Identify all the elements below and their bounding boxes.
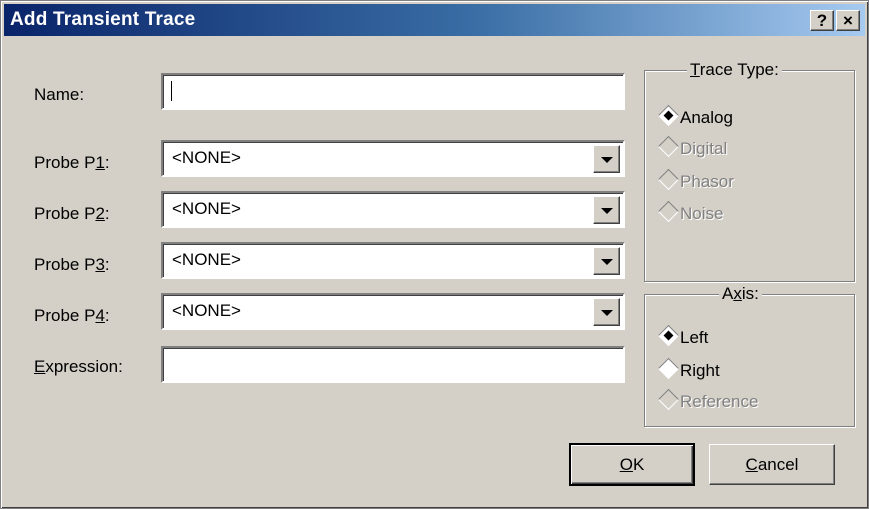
probe-p2-dropdown-button[interactable] bbox=[593, 196, 620, 224]
axis-group: Axis: Left Right Reference bbox=[644, 284, 855, 427]
probe-p2-label: Probe P2: bbox=[34, 204, 110, 223]
probe-p3-dropdown[interactable]: <NONE> bbox=[161, 242, 625, 279]
expression-label: Expression: bbox=[34, 357, 123, 376]
close-icon: × bbox=[843, 11, 853, 30]
add-transient-trace-dialog: Add Transient Trace ? × Name: Probe P1: … bbox=[0, 0, 869, 509]
text-caret bbox=[171, 81, 172, 101]
name-input[interactable] bbox=[161, 73, 625, 110]
probe-p4-dropdown[interactable]: <NONE> bbox=[161, 293, 625, 330]
chevron-down-icon bbox=[601, 259, 613, 265]
trace-type-group: Trace Type: Analog Digital Phasor Noise bbox=[644, 60, 855, 282]
probe-p3-label: Probe P3: bbox=[34, 255, 110, 274]
radio-checked-icon bbox=[657, 324, 680, 347]
probe-p1-dropdown[interactable]: <NONE> bbox=[161, 140, 625, 177]
probe-p1-label: Probe P1: bbox=[34, 153, 110, 172]
probe-p4-dropdown-button[interactable] bbox=[593, 298, 620, 326]
chevron-down-icon bbox=[601, 208, 613, 214]
radio-icon bbox=[657, 357, 680, 380]
probe-p1-dropdown-button[interactable] bbox=[593, 145, 620, 173]
axis-group-title: Axis: bbox=[719, 284, 762, 304]
expression-input[interactable] bbox=[161, 346, 625, 383]
chevron-down-icon bbox=[601, 310, 613, 316]
trace-type-phasor-radio[interactable]: Phasor bbox=[657, 168, 734, 192]
close-button[interactable]: × bbox=[836, 10, 860, 31]
window-title: Add Transient Trace bbox=[10, 9, 196, 30]
axis-reference-radio[interactable]: Reference bbox=[657, 388, 758, 412]
chevron-down-icon bbox=[601, 157, 613, 163]
radio-icon bbox=[657, 388, 680, 411]
trace-type-noise-radio[interactable]: Noise bbox=[657, 200, 723, 224]
ok-button[interactable]: OK bbox=[569, 443, 695, 486]
radio-icon bbox=[657, 200, 680, 223]
name-label: Name: bbox=[34, 85, 85, 104]
probe-p1-value: <NONE> bbox=[172, 148, 241, 167]
help-button[interactable]: ? bbox=[810, 10, 834, 31]
trace-type-group-title: Trace Type: bbox=[687, 60, 782, 80]
probe-p3-value: <NONE> bbox=[172, 250, 241, 269]
help-icon: ? bbox=[816, 11, 828, 30]
probe-p4-value: <NONE> bbox=[172, 301, 241, 320]
radio-icon bbox=[657, 135, 680, 158]
probe-p4-label: Probe P4: bbox=[34, 306, 110, 325]
cancel-button[interactable]: Cancel bbox=[709, 444, 835, 485]
radio-icon bbox=[657, 168, 680, 191]
trace-type-digital-radio[interactable]: Digital bbox=[657, 135, 727, 159]
title-bar[interactable]: Add Transient Trace ? × bbox=[4, 4, 865, 36]
probe-p2-value: <NONE> bbox=[172, 199, 241, 218]
probe-p2-dropdown[interactable]: <NONE> bbox=[161, 191, 625, 228]
axis-right-radio[interactable]: Right bbox=[657, 357, 720, 381]
trace-type-analog-radio[interactable]: Analog bbox=[657, 104, 733, 128]
radio-checked-icon bbox=[657, 104, 680, 127]
probe-p3-dropdown-button[interactable] bbox=[593, 247, 620, 275]
axis-left-radio[interactable]: Left bbox=[657, 324, 708, 348]
